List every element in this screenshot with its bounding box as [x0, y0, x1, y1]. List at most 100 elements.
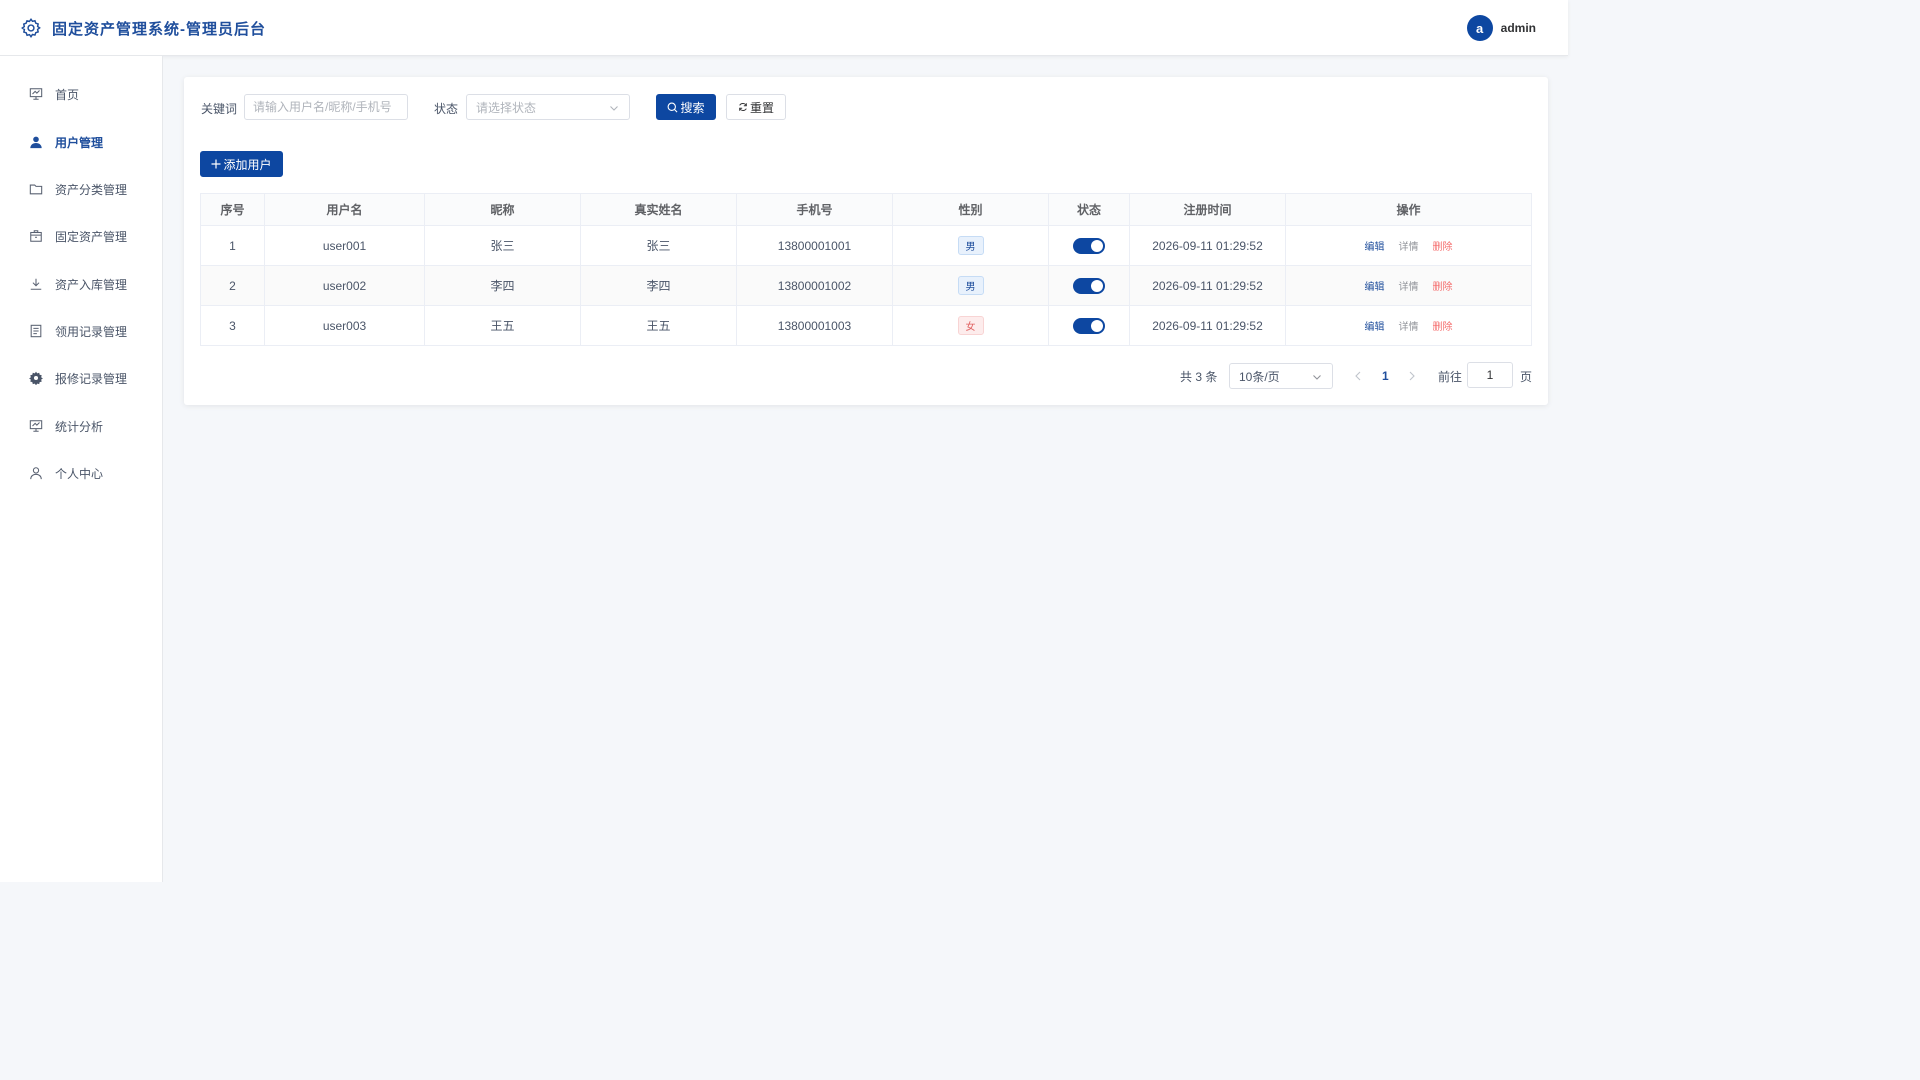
- cell-actions: 编辑 详情 删除: [1285, 265, 1532, 306]
- column-header-index: 序号: [200, 193, 265, 226]
- cell-registered: 2026-09-11 01:29:52: [1129, 265, 1286, 306]
- gender-tag: 女: [957, 316, 984, 335]
- user-management-card: 关键词 状态 请选择状态 搜索 重置 添加用户 序号 用户名 昵称 真实姓名 手…: [184, 77, 1548, 405]
- cell-realname: 张三: [580, 225, 737, 266]
- prev-page-button[interactable]: [1354, 363, 1362, 389]
- sidebar-item-label: 固定资产管理: [55, 229, 128, 244]
- cell-username: user001: [264, 225, 425, 266]
- column-header-actions: 操作: [1285, 193, 1532, 226]
- status-toggle[interactable]: [1073, 317, 1105, 334]
- sidebar-item-label: 报修记录管理: [55, 371, 128, 386]
- user-menu[interactable]: a admin: [1466, 15, 1536, 41]
- refresh-icon: [739, 103, 747, 111]
- username[interactable]: admin: [1501, 21, 1536, 35]
- table-row: 1 user001 张三 张三 13800001001 男 2026-09-11…: [200, 225, 1532, 266]
- detail-link[interactable]: 详情: [1399, 282, 1419, 293]
- column-header-phone: 手机号: [736, 193, 893, 226]
- cell-phone: 13800001003: [736, 305, 893, 346]
- column-header-nickname: 昵称: [424, 193, 581, 226]
- folder-icon: [28, 182, 43, 197]
- detail-link[interactable]: 详情: [1399, 242, 1419, 253]
- chevron-left-icon: [1355, 371, 1361, 381]
- gear-logo-icon: [21, 18, 41, 38]
- table-row: 2 user002 李四 李四 13800001002 男 2026-09-11…: [200, 265, 1532, 306]
- column-header-username: 用户名: [264, 193, 425, 226]
- page-suffix-label: 页: [1520, 369, 1533, 384]
- cell-status: [1048, 225, 1130, 266]
- status-select-placeholder: 请选择状态: [476, 100, 537, 115]
- document-icon: [28, 324, 43, 339]
- sidebar-item-label: 统计分析: [55, 419, 104, 434]
- avatar[interactable]: a: [1466, 15, 1493, 41]
- gear-icon: [28, 371, 43, 386]
- add-user-button[interactable]: 添加用户: [200, 151, 283, 177]
- reset-button[interactable]: 重置: [726, 94, 786, 120]
- chevron-down-icon: [610, 106, 618, 111]
- cell-actions: 编辑 详情 删除: [1285, 225, 1532, 266]
- download-icon: [28, 277, 43, 292]
- cell-gender: 男: [892, 265, 1049, 306]
- sidebar-item-requisition[interactable]: 领用记录管理: [0, 311, 163, 351]
- page-size-select[interactable]: 10条/页: [1229, 363, 1333, 389]
- pagination-total: 共 3 条: [1180, 369, 1218, 384]
- next-page-button[interactable]: [1408, 363, 1416, 389]
- sidebar-item-label: 用户管理: [55, 135, 104, 150]
- cell-nickname: 王五: [424, 305, 581, 346]
- sidebar-item-label: 资产分类管理: [55, 182, 128, 197]
- presentation-icon: [28, 87, 43, 102]
- table-header-row: 序号 用户名 昵称 真实姓名 手机号 性别 状态 注册时间 操作: [200, 193, 1532, 226]
- delete-link[interactable]: 删除: [1433, 322, 1453, 333]
- cell-realname: 李四: [580, 265, 737, 306]
- sidebar-item-profile[interactable]: 个人中心: [0, 453, 163, 493]
- gender-tag: 男: [957, 276, 984, 295]
- sidebar: 首页 用户管理 资产分类管理 固定资产管理 资产入库管理 领用记录管理 报修记录…: [0, 56, 163, 882]
- chevron-down-icon: [1313, 375, 1321, 380]
- cell-gender: 男: [892, 225, 1049, 266]
- cell-index: 1: [200, 225, 265, 266]
- sidebar-item-asset-category[interactable]: 资产分类管理: [0, 169, 163, 209]
- status-toggle[interactable]: [1073, 277, 1105, 294]
- users-table: 序号 用户名 昵称 真实姓名 手机号 性别 状态 注册时间 操作 1 user0…: [200, 193, 1532, 346]
- toggle-knob: [1091, 239, 1103, 252]
- page-size-value: 10条/页: [1239, 369, 1280, 384]
- status-toggle[interactable]: [1073, 237, 1105, 254]
- sidebar-item-home[interactable]: 首页: [0, 74, 163, 114]
- sidebar-item-statistics[interactable]: 统计分析: [0, 406, 163, 446]
- edit-link[interactable]: 编辑: [1365, 322, 1385, 333]
- sidebar-item-repair[interactable]: 报修记录管理: [0, 358, 163, 398]
- cell-status: [1048, 265, 1130, 306]
- cell-registered: 2026-09-11 01:29:52: [1129, 305, 1286, 346]
- sidebar-item-users[interactable]: 用户管理: [0, 122, 163, 162]
- cell-gender: 女: [892, 305, 1049, 346]
- cell-nickname: 李四: [424, 265, 581, 306]
- user-outline-icon: [28, 466, 43, 481]
- delete-link[interactable]: 删除: [1433, 242, 1453, 253]
- cell-index: 2: [200, 265, 265, 306]
- search-button[interactable]: 搜索: [656, 94, 716, 120]
- keyword-label: 关键词: [201, 102, 238, 116]
- goto-label: 前往: [1438, 369, 1463, 384]
- goto-page-input[interactable]: [1467, 362, 1513, 388]
- page-number-current[interactable]: 1: [1382, 363, 1389, 389]
- cell-username: user003: [264, 305, 425, 346]
- sidebar-item-label: 个人中心: [55, 466, 104, 481]
- keyword-search-input[interactable]: [244, 94, 408, 120]
- edit-link[interactable]: 编辑: [1365, 282, 1385, 293]
- delete-link[interactable]: 删除: [1433, 282, 1453, 293]
- search-button-label: 搜索: [680, 100, 705, 115]
- toggle-knob: [1091, 279, 1103, 292]
- status-select[interactable]: 请选择状态: [466, 94, 630, 120]
- table-row: 3 user003 王五 王五 13800001003 女 2026-09-11…: [200, 305, 1532, 346]
- sidebar-item-label: 资产入库管理: [55, 277, 128, 292]
- edit-link[interactable]: 编辑: [1365, 242, 1385, 253]
- reset-button-label: 重置: [749, 100, 774, 115]
- plus-icon: [211, 159, 221, 169]
- detail-link[interactable]: 详情: [1399, 322, 1419, 333]
- cell-username: user002: [264, 265, 425, 306]
- cell-actions: 编辑 详情 删除: [1285, 305, 1532, 346]
- sidebar-item-fixed-assets[interactable]: 固定资产管理: [0, 216, 163, 256]
- sidebar-item-asset-inbound[interactable]: 资产入库管理: [0, 264, 163, 304]
- user-filled-icon: [28, 135, 43, 150]
- cell-phone: 13800001002: [736, 265, 893, 306]
- cell-index: 3: [200, 305, 265, 346]
